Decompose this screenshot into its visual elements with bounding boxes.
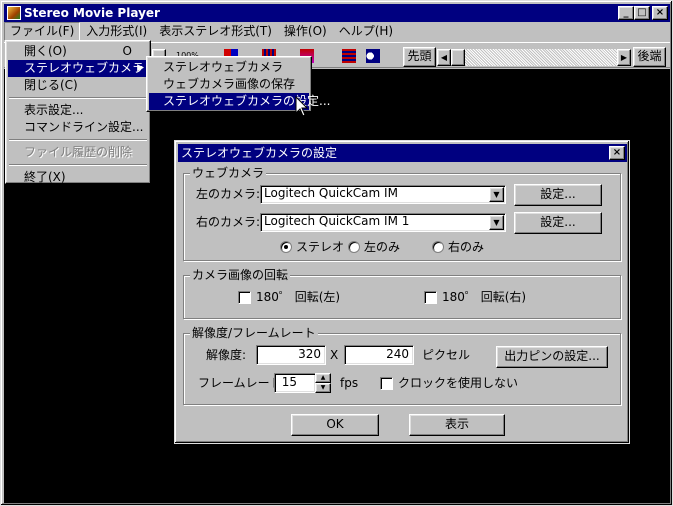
framerate-field[interactable]: 15 — [274, 373, 316, 393]
group-legend: カメラ画像の回転 — [190, 268, 291, 282]
menu-operation[interactable]: 操作(O) — [278, 22, 333, 41]
submenu-item-save-image[interactable]: ウェブカメラ画像の保存 — [149, 76, 309, 93]
pixel-unit-label: ピクセル — [422, 348, 471, 362]
resolution-label: 解像度: — [206, 348, 247, 362]
radio-left-only-label: 左のみ — [364, 240, 401, 254]
dialog-close-button[interactable]: × — [609, 146, 625, 160]
menu-item-commandline-settings[interactable]: コマンドライン設定... — [8, 119, 148, 136]
close-button[interactable]: × — [652, 6, 668, 20]
menu-item-label: 開く(O) — [24, 44, 67, 58]
output-pin-settings-button[interactable]: 出力ピンの設定... — [496, 346, 608, 368]
mouse-cursor-icon — [295, 96, 309, 117]
right-camera-settings-button[interactable]: 設定... — [514, 212, 602, 234]
chevron-down-icon[interactable]: ▼ — [489, 215, 504, 230]
height-field[interactable]: 240 — [344, 345, 414, 365]
rotate-left-label: 180゜ 回転(左) — [256, 290, 341, 304]
above-below-icon[interactable] — [342, 49, 356, 63]
resolution-group: 解像度/フレームレート 解像度: 320 X 240 ピクセル 出力ピンの設定.… — [183, 327, 621, 405]
radio-right-only[interactable] — [432, 241, 444, 253]
file-menu: 開く(O) O ステレオウェブカメラ ▶ 閉じる(C) 表示設定... コマンド… — [5, 40, 151, 184]
framerate-spinner[interactable]: ▲ ▼ — [315, 373, 331, 393]
radio-stereo[interactable] — [280, 241, 292, 253]
left-camera-combo[interactable]: Logitech QuickCam IM ▼ — [260, 185, 506, 204]
app-icon[interactable] — [7, 6, 21, 20]
glasses-icon[interactable] — [366, 49, 380, 63]
ok-button[interactable]: OK — [291, 414, 379, 436]
fps-unit-label: fps — [340, 376, 359, 390]
seek-slider[interactable]: ◀ ▶ — [437, 49, 631, 66]
right-camera-combo[interactable]: Logitech QuickCam IM 1 ▼ — [260, 213, 506, 232]
spin-up-icon[interactable]: ▲ — [315, 373, 331, 383]
dialog-title: ステレオウェブカメラの設定 — [181, 146, 338, 160]
menu-item-close[interactable]: 閉じる(C) — [8, 77, 148, 94]
rotate-right-checkbox[interactable] — [424, 291, 437, 304]
submenu-arrow-icon: ▶ — [137, 63, 144, 73]
seek-end-button[interactable]: 後端 — [633, 47, 666, 67]
rotation-group: カメラ画像の回転 180゜ 回転(左) 180゜ 回転(右) — [183, 269, 621, 319]
seek-start-button[interactable]: 先頭 — [403, 47, 436, 67]
submenu-item-stereo-webcam[interactable]: ステレオウェブカメラ — [149, 59, 309, 76]
menu-separator — [9, 97, 147, 99]
menu-help[interactable]: ヘルプ(H) — [333, 22, 399, 41]
webcam-group: ウェブカメラ 左のカメラ: Logitech QuickCam IM ▼ 設定.… — [183, 167, 621, 261]
menu-separator — [9, 164, 147, 166]
rotate-right-label: 180゜ 回転(右) — [442, 290, 527, 304]
menu-bar: ファイル(F) 入力形式(I) 表示ステレオ形式(T) 操作(O) ヘルプ(H) — [4, 22, 670, 41]
group-legend: ウェブカメラ — [190, 166, 267, 180]
left-camera-settings-button[interactable]: 設定... — [514, 184, 602, 206]
chevron-down-icon[interactable]: ▼ — [489, 187, 504, 202]
maximize-button[interactable]: □ — [634, 6, 650, 20]
menu-item-open[interactable]: 開く(O) O — [8, 43, 148, 60]
group-legend: 解像度/フレームレート — [190, 326, 318, 340]
radio-stereo-label: ステレオ — [296, 240, 345, 254]
window-title: Stereo Movie Player — [24, 6, 160, 20]
scroll-left-icon[interactable]: ◀ — [437, 49, 451, 66]
menu-item-display-settings[interactable]: 表示設定... — [8, 102, 148, 119]
menu-input-format[interactable]: 入力形式(I) — [80, 22, 153, 41]
menu-file[interactable]: ファイル(F) — [4, 22, 81, 41]
menu-item-exit[interactable]: 終了(X) — [8, 169, 148, 186]
no-clock-label: クロックを使用しない — [398, 376, 519, 390]
dialog-title-bar[interactable]: ステレオウェブカメラの設定 × — [178, 144, 627, 162]
scroll-right-icon[interactable]: ▶ — [617, 49, 631, 66]
rotate-left-checkbox[interactable] — [238, 291, 251, 304]
seek-thumb[interactable] — [451, 49, 465, 66]
menu-item-label: ステレオウェブカメラ — [24, 61, 145, 75]
combo-value: Logitech QuickCam IM — [264, 186, 398, 200]
times-sign: X — [330, 348, 339, 362]
menu-item-clear-history: ファイル履歴の削除 — [24, 145, 133, 159]
spin-down-icon[interactable]: ▼ — [315, 383, 331, 393]
right-camera-label: 右のカメラ: — [196, 215, 261, 229]
submenu-item-webcam-settings[interactable]: ステレオウェブカメラの設定... — [149, 93, 330, 110]
menu-display-stereo-format[interactable]: 表示ステレオ形式(T) — [153, 22, 278, 41]
framerate-label: フレームレート: — [198, 376, 286, 390]
stereo-webcam-submenu: ステレオウェブカメラ ウェブカメラ画像の保存 ステレオウェブカメラの設定... — [146, 56, 330, 112]
show-button[interactable]: 表示 — [409, 414, 505, 436]
no-clock-checkbox[interactable] — [380, 377, 393, 390]
menu-item-stereo-webcam[interactable]: ステレオウェブカメラ ▶ — [8, 60, 148, 77]
minimize-button[interactable]: _ — [618, 6, 634, 20]
radio-right-only-label: 右のみ — [448, 240, 485, 254]
radio-left-only[interactable] — [348, 241, 360, 253]
menu-separator — [9, 139, 147, 141]
width-field[interactable]: 320 — [256, 345, 326, 365]
title-bar[interactable]: Stereo Movie Player _ □ × — [4, 4, 670, 22]
accelerator-text: O — [122, 44, 132, 58]
left-camera-label: 左のカメラ: — [196, 187, 261, 201]
combo-value: Logitech QuickCam IM 1 — [264, 214, 410, 228]
webcam-settings-dialog: ステレオウェブカメラの設定 × ウェブカメラ 左のカメラ: Logitech Q… — [174, 140, 630, 444]
